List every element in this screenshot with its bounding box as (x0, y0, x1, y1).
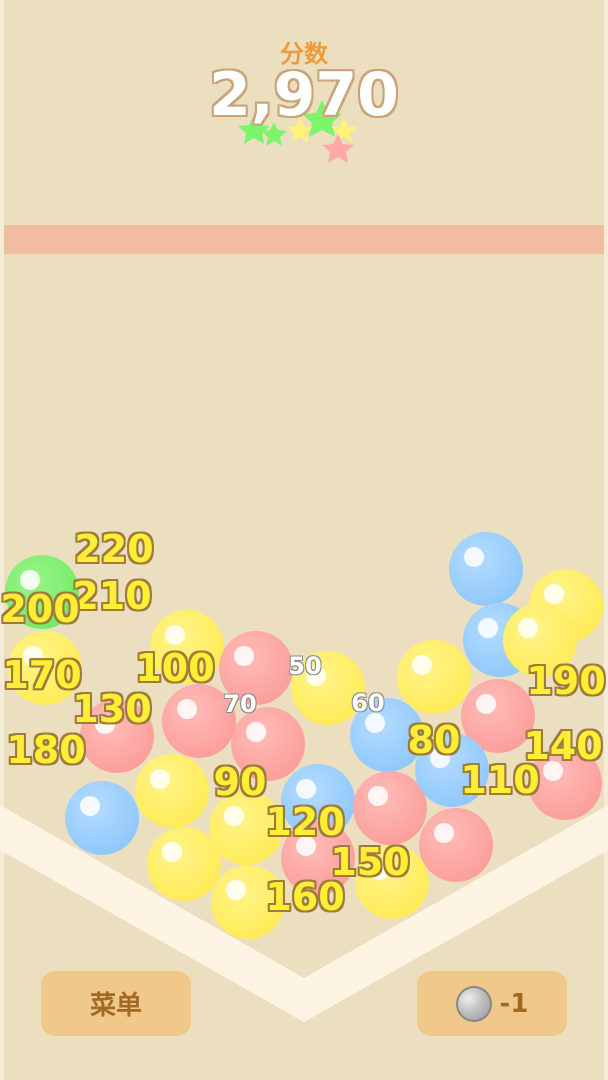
score-popup: 220 (74, 527, 154, 571)
score-popup: 210 (72, 574, 152, 618)
ball-highlight (224, 806, 244, 826)
blue-ball[interactable] (449, 532, 523, 606)
score-popup: 160 (265, 875, 345, 919)
score-popup: 170 (2, 653, 82, 697)
yellow-ball[interactable] (147, 827, 221, 901)
ball-highlight (246, 722, 266, 742)
ball-highlight (234, 646, 254, 666)
bomb-button[interactable]: -1 (417, 971, 567, 1036)
yellow-ball[interactable] (397, 640, 471, 714)
score-popup: 70 (223, 690, 257, 718)
pink-ball[interactable] (353, 771, 427, 845)
yellow-ball[interactable] (135, 754, 209, 828)
ball-highlight (150, 769, 170, 789)
ball-highlight (177, 699, 197, 719)
score-popup: 60 (351, 689, 385, 717)
ball-highlight (412, 655, 432, 675)
score-popup: 90 (213, 760, 267, 804)
blue-ball-body[interactable] (65, 781, 139, 855)
menu-button[interactable]: 菜单 (41, 971, 191, 1036)
ball-highlight (296, 779, 316, 799)
ball-highlight (544, 584, 564, 604)
ball-highlight (368, 786, 388, 806)
score-popup: 100 (135, 646, 215, 690)
score-popup: 190 (526, 659, 606, 703)
pink-ball-body[interactable] (419, 808, 493, 882)
yellow-ball-body[interactable] (135, 754, 209, 828)
pink-ball-body[interactable] (353, 771, 427, 845)
yellow-ball-body[interactable] (397, 640, 471, 714)
menu-button-label: 菜单 (89, 991, 142, 1021)
score-popup: 120 (265, 800, 345, 844)
pink-ball[interactable] (419, 808, 493, 882)
score-popup: 180 (6, 728, 86, 772)
ball-highlight (226, 880, 246, 900)
ball-highlight (165, 625, 185, 645)
bomb-count: -1 (499, 988, 529, 1019)
yellow-ball-body[interactable] (147, 827, 221, 901)
ball-highlight (476, 694, 496, 714)
bomb-ball-icon (455, 985, 492, 1022)
score-popup: 80 (407, 718, 461, 762)
ball-highlight (478, 618, 498, 638)
ball-highlight (518, 618, 538, 638)
blue-ball-body[interactable] (449, 532, 523, 606)
ball-highlight (464, 547, 484, 567)
score-popup: 200 (0, 587, 80, 631)
ball-highlight (434, 823, 454, 843)
score-popup: 110 (460, 758, 540, 802)
ball-highlight (80, 796, 100, 816)
score-popup: 130 (72, 687, 152, 731)
ball-highlight (162, 842, 182, 862)
blue-ball[interactable] (65, 781, 139, 855)
score-value: 2,970 (209, 60, 399, 130)
score-popup: 50 (288, 652, 322, 680)
